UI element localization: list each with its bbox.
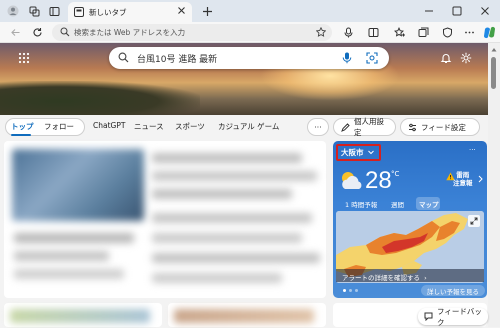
nav-item-follow[interactable]: フォロー xyxy=(44,121,74,132)
weather-alert[interactable]: 雷雨 注意報 xyxy=(453,171,473,187)
apps-grid-icon[interactable] xyxy=(18,52,30,64)
article-headline xyxy=(152,171,317,181)
carousel-dot[interactable] xyxy=(355,289,358,292)
microphone-icon[interactable] xyxy=(342,52,352,64)
profile-icon[interactable] xyxy=(5,3,21,19)
chevron-right-icon: › xyxy=(424,274,427,282)
article-thumbnail xyxy=(12,149,144,221)
feed-settings-label: フィード設定 xyxy=(421,122,466,132)
article-headline xyxy=(152,189,292,199)
feedback-icon xyxy=(424,312,433,321)
personal-settings-button[interactable]: 個人用設定 xyxy=(333,117,396,137)
article-thumbnail xyxy=(174,309,314,323)
tab-hourly[interactable]: 1 時間予報 xyxy=(345,199,377,209)
article-thumbnail xyxy=(10,309,150,323)
web-search-box[interactable]: 台風10号 進路 最新 xyxy=(109,47,389,69)
weather-more-button[interactable]: ··· xyxy=(469,146,476,154)
carousel-dot[interactable] xyxy=(349,289,352,292)
weather-card[interactable]: 大阪市 ··· 28 °C 雷雨 注意報 1 時間予報 週間 マップ アラートの… xyxy=(333,141,487,298)
feed-settings-icon xyxy=(408,123,417,132)
new-tab-page-icon xyxy=(74,7,84,17)
settings-gear-icon[interactable] xyxy=(460,52,472,64)
tab-actions-icon[interactable] xyxy=(46,3,62,19)
close-window-icon[interactable] xyxy=(478,4,492,18)
nav-more-label: ··· xyxy=(314,122,322,132)
alert-details-label: アラートの詳細を確認する xyxy=(342,274,420,282)
article-headline xyxy=(152,213,312,223)
search-query: 台風10号 進路 最新 xyxy=(137,55,218,65)
favorites-icon[interactable] xyxy=(392,25,406,39)
read-aloud-icon[interactable] xyxy=(341,25,355,39)
feed-card-bottom-middle[interactable] xyxy=(168,303,326,327)
notifications-bell-icon[interactable] xyxy=(440,52,452,64)
weather-city: 大阪市 xyxy=(341,148,364,157)
visual-search-icon[interactable] xyxy=(366,52,378,64)
workspaces-icon[interactable] xyxy=(26,3,42,19)
selected-indicator xyxy=(11,134,31,136)
alert-details-link[interactable]: アラートの詳細を確認する › xyxy=(336,269,484,282)
article-source xyxy=(14,269,124,279)
split-screen-icon[interactable] xyxy=(366,25,380,39)
feed-card-bottom-left[interactable] xyxy=(4,303,162,327)
detailed-forecast-label: 詳しい予報を見る xyxy=(427,288,479,296)
nav-item-news[interactable]: ニュース xyxy=(134,121,164,132)
chevron-down-icon xyxy=(367,150,374,155)
feed-card-large[interactable] xyxy=(4,141,326,298)
address-placeholder: 検索または Web アドレスを入力 xyxy=(74,28,186,37)
toolbar: 検索または Web アドレスを入力 xyxy=(0,22,500,43)
article-headline xyxy=(14,251,109,261)
alert-line-1: 雷雨 xyxy=(456,171,470,179)
nav-item-sports[interactable]: スポーツ xyxy=(175,121,205,132)
partly-cloudy-icon xyxy=(339,170,365,192)
maximize-icon[interactable] xyxy=(450,4,464,18)
back-icon[interactable] xyxy=(8,25,22,39)
more-menu-icon[interactable] xyxy=(462,25,476,39)
minimize-icon[interactable] xyxy=(422,4,436,18)
personal-settings-label: 個人用設定 xyxy=(354,117,384,137)
nav-more-button[interactable]: ··· xyxy=(307,118,329,136)
copilot-icon[interactable] xyxy=(482,25,496,39)
refresh-icon[interactable] xyxy=(30,25,44,39)
tab-strip: 新しいタブ xyxy=(0,0,500,22)
tab-map[interactable]: マップ xyxy=(419,199,439,209)
feed-settings-button[interactable]: フィード設定 xyxy=(400,118,480,136)
tab-weekly[interactable]: 週間 xyxy=(391,199,404,209)
browser-essentials-icon[interactable] xyxy=(440,25,454,39)
carousel-dot-active[interactable] xyxy=(343,289,346,292)
alert-line-2: 注意報 xyxy=(453,179,473,187)
collections-icon[interactable] xyxy=(416,25,430,39)
chevron-right-icon[interactable] xyxy=(478,175,483,183)
article-headline xyxy=(14,233,134,243)
expand-icon[interactable] xyxy=(468,215,480,227)
article-headline xyxy=(152,153,302,163)
weather-tabs: 1 時間予報 週間 マップ xyxy=(333,197,487,211)
feedback-label: フィードバック xyxy=(437,306,482,327)
scrollbar-thumb[interactable] xyxy=(491,57,496,89)
tab-new[interactable]: 新しいタブ xyxy=(68,2,192,22)
nav-item-casual-games[interactable]: カジュアル ゲーム xyxy=(218,121,279,132)
scroll-up-icon[interactable] xyxy=(491,47,497,52)
weather-temperature: 28 xyxy=(365,167,392,194)
new-tab-button[interactable] xyxy=(199,3,215,19)
feed-nav: トップ フォロー ChatGPT ニュース スポーツ カジュアル ゲーム ···… xyxy=(0,115,488,139)
address-bar[interactable]: 検索または Web アドレスを入力 xyxy=(52,24,332,41)
search-icon xyxy=(60,27,70,37)
detailed-forecast-button[interactable]: 詳しい予報を見る xyxy=(421,285,485,296)
article-headline xyxy=(152,253,320,263)
tab-title: 新しいタブ xyxy=(89,7,127,17)
personal-settings-icon xyxy=(341,122,350,132)
search-icon xyxy=(118,52,129,63)
feedback-button[interactable]: フィードバック xyxy=(418,306,488,327)
nav-item-chatgpt[interactable]: ChatGPT xyxy=(93,121,125,130)
article-headline xyxy=(152,273,282,283)
weather-city-selector[interactable]: 大阪市 xyxy=(336,144,381,161)
nav-item-top[interactable]: トップ xyxy=(11,121,34,132)
weather-unit: °C xyxy=(391,170,400,178)
favorite-star-icon[interactable] xyxy=(316,27,326,37)
page-scrollbar[interactable] xyxy=(488,43,500,327)
close-tab-icon[interactable] xyxy=(177,6,186,15)
article-headline xyxy=(152,233,302,243)
